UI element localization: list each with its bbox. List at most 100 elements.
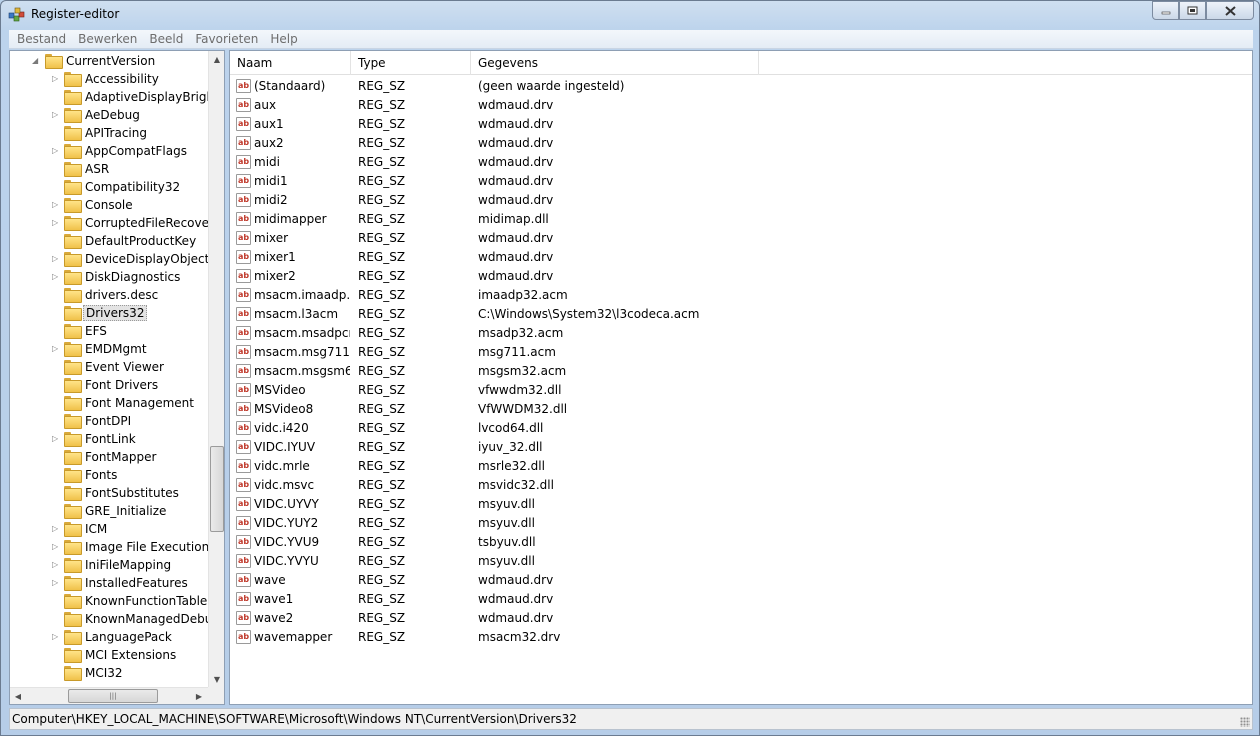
tree-node[interactable]: MCI32 [10, 664, 208, 682]
tree-node[interactable]: ▷ LanguagePack [10, 628, 208, 646]
value-row[interactable]: abmsacm.msgsm6... REG_SZ msgsm32.acm [230, 362, 1252, 381]
scroll-down-icon[interactable]: ▼ [209, 671, 224, 687]
tree-node[interactable]: ▷ Console [10, 196, 208, 214]
tree-expand-icon[interactable]: ▷ [52, 253, 60, 265]
value-row[interactable]: ab vidc.msvc REG_SZ msvidc32.dll [230, 476, 1252, 495]
scroll-left-icon[interactable]: ◀ [10, 688, 26, 704]
tree-node[interactable]: DefaultProductKey [10, 232, 208, 250]
value-row[interactable]: ab msacm.l3acm REG_SZ C:\Windows\System32\l… [230, 305, 1252, 324]
value-row[interactable]: ab vidc.mrle REG_SZ msrle32.dll [230, 457, 1252, 476]
tree-node[interactable]: GRE_Initialize [10, 502, 208, 520]
value-row[interactable]: ab vidc.i420 REG_SZ lvcod64.dll [230, 419, 1252, 438]
tree-node[interactable]: FontSubstitutes [10, 484, 208, 502]
tree-node[interactable]: ▷ EMDMgmt [10, 340, 208, 358]
tree-expand-icon[interactable]: ▷ [52, 271, 60, 283]
value-row[interactable]: ab aux1 REG_SZ wdmaud.drv [230, 115, 1252, 134]
value-row[interactable]: ab midi1 REG_SZ wdmaud.drv [230, 172, 1252, 191]
close-button[interactable] [1206, 1, 1254, 20]
title-bar[interactable]: Register-editor [1, 1, 1259, 29]
menu-help[interactable]: Help [264, 30, 303, 49]
tree-expand-icon[interactable]: ▷ [52, 631, 60, 643]
tree-node[interactable]: ▷ ICM [10, 520, 208, 538]
tree-node[interactable]: Font Management [10, 394, 208, 412]
value-row[interactable]: ab mixer1 REG_SZ wdmaud.drv [230, 248, 1252, 267]
tree-node[interactable]: ▷ Image File Execution O [10, 538, 208, 556]
minimize-button[interactable] [1152, 1, 1179, 20]
tree-node[interactable]: drivers.desc [10, 286, 208, 304]
value-row[interactable]: ab midi REG_SZ wdmaud.drv [230, 153, 1252, 172]
value-row[interactable]: ab mixer2 REG_SZ wdmaud.drv [230, 267, 1252, 286]
tree-node[interactable]: ASR [10, 160, 208, 178]
tree-node[interactable]: Event Viewer [10, 358, 208, 376]
tree-node[interactable]: Compatibility32 [10, 178, 208, 196]
value-row[interactable]: ab midimapper REG_SZ midimap.dll [230, 210, 1252, 229]
scroll-right-icon[interactable]: ▶ [191, 688, 207, 704]
tree-expand-icon[interactable]: ▷ [52, 523, 60, 535]
value-row[interactable]: ab mixer REG_SZ wdmaud.drv [230, 229, 1252, 248]
tree-node[interactable]: EFS [10, 322, 208, 340]
tree-expand-icon[interactable]: ▷ [52, 433, 60, 445]
tree-vertical-scrollbar[interactable]: ▲ ▼ [208, 51, 224, 687]
menu-bewerken[interactable]: Bewerken [72, 30, 143, 49]
value-row[interactable]: ab VIDC.YUY2 REG_SZ msyuv.dll [230, 514, 1252, 533]
values-list-pane[interactable]: Naam Type Gegevens ab (Standaard) REG_SZ (g… [229, 50, 1253, 705]
tree-node[interactable]: ▷ Accessibility [10, 70, 208, 88]
tree-node[interactable]: APITracing [10, 124, 208, 142]
tree-expand-icon[interactable]: ▷ [52, 559, 60, 571]
value-row[interactable]: ab msacm.msadpcm REG_SZ msadp32.acm [230, 324, 1252, 343]
menu-favorieten[interactable]: Favorieten [189, 30, 264, 49]
tree-node[interactable]: ▷ IniFileMapping [10, 556, 208, 574]
tree-node[interactable]: ▷ FontLink [10, 430, 208, 448]
tree-expand-icon[interactable]: ▷ [52, 109, 60, 121]
tree-expand-icon[interactable]: ▷ [52, 73, 60, 85]
value-row[interactable]: ab msacm.msg711 REG_SZ msg711.acm [230, 343, 1252, 362]
value-row[interactable]: ab wave2 REG_SZ wdmaud.drv [230, 609, 1252, 628]
tree-node[interactable]: Drivers32 [10, 304, 208, 322]
value-row[interactable]: ab MSVideo REG_SZ vfwwdm32.dll [230, 381, 1252, 400]
menu-beeld[interactable]: Beeld [143, 30, 189, 49]
tree-node[interactable]: ▷ InstalledFeatures [10, 574, 208, 592]
tree-node[interactable]: Fonts [10, 466, 208, 484]
value-row[interactable]: ab VIDC.YVYU REG_SZ msyuv.dll [230, 552, 1252, 571]
tree-expand-icon[interactable]: ▷ [52, 577, 60, 589]
tree-vertical-scroll-thumb[interactable] [210, 446, 224, 532]
value-row[interactable]: ab msacm.imaadp... REG_SZ imaadp32.acm [230, 286, 1252, 305]
value-row[interactable]: ab aux2 REG_SZ wdmaud.drv [230, 134, 1252, 153]
tree-node[interactable]: FontDPI [10, 412, 208, 430]
tree-expand-icon[interactable]: ▷ [52, 145, 60, 157]
value-row[interactable]: ab VIDC.IYUV REG_SZ iyuv_32.dll [230, 438, 1252, 457]
tree-node[interactable]: ▷ AeDebug [10, 106, 208, 124]
value-row[interactable]: ab wave REG_SZ wdmaud.drv [230, 571, 1252, 590]
value-row[interactable]: ab VIDC.YVU9 REG_SZ tsbyuv.dll [230, 533, 1252, 552]
tree-node[interactable]: Font Drivers [10, 376, 208, 394]
tree-node[interactable]: MCI Extensions [10, 646, 208, 664]
tree-expand-icon[interactable]: ▷ [52, 217, 60, 229]
column-header-type[interactable]: Type [351, 51, 471, 75]
value-row[interactable]: ab (Standaard) REG_SZ (geen waarde ingestel… [230, 77, 1252, 96]
tree-expand-icon[interactable]: ▷ [52, 343, 60, 355]
tree-node[interactable]: AdaptiveDisplayBrightr [10, 88, 208, 106]
tree-node[interactable]: KnownFunctionTableD [10, 592, 208, 610]
value-row[interactable]: ab aux REG_SZ wdmaud.drv [230, 96, 1252, 115]
maximize-button[interactable] [1179, 1, 1206, 20]
tree-horizontal-scrollbar[interactable]: ◀ ||| ▶ [10, 687, 208, 704]
tree-node[interactable]: ▷ DeviceDisplayObjects [10, 250, 208, 268]
tree-collapse-icon[interactable]: ◢ [32, 55, 40, 67]
tree-node[interactable]: KnownManagedDebug [10, 610, 208, 628]
tree-expand-icon[interactable]: ▷ [52, 199, 60, 211]
value-row[interactable]: ab midi2 REG_SZ wdmaud.drv [230, 191, 1252, 210]
tree-horizontal-scroll-thumb[interactable]: ||| [68, 689, 158, 703]
column-header-name[interactable]: Naam [230, 51, 351, 75]
registry-tree-pane[interactable]: ◢ CurrentVersion ▷ Accessibility AdaptiveD… [9, 50, 225, 705]
scroll-up-icon[interactable]: ▲ [209, 51, 224, 67]
tree-node[interactable]: ▷ DiskDiagnostics [10, 268, 208, 286]
value-row[interactable]: ab MSVideo8 REG_SZ VfWWDM32.dll [230, 400, 1252, 419]
tree-expand-icon[interactable]: ▷ [52, 541, 60, 553]
resize-grip-icon[interactable] [1240, 717, 1250, 727]
menu-bestand[interactable]: Bestand [11, 30, 72, 49]
value-row[interactable]: ab wave1 REG_SZ wdmaud.drv [230, 590, 1252, 609]
tree-node[interactable]: ▷ AppCompatFlags [10, 142, 208, 160]
value-row[interactable]: ab wavemapper REG_SZ msacm32.drv [230, 628, 1252, 647]
value-row[interactable]: ab VIDC.UYVY REG_SZ msyuv.dll [230, 495, 1252, 514]
column-header-data[interactable]: Gegevens [471, 51, 759, 75]
